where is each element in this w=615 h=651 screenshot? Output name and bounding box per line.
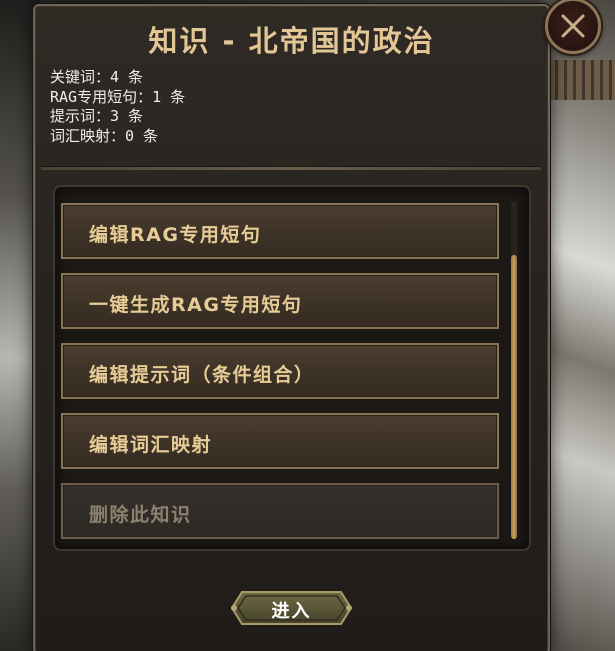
enter-button-label: 进入: [271, 601, 312, 622]
edit-rag-phrases-button[interactable]: 编辑RAG专用短句: [61, 203, 499, 259]
edit-rag-phrases-label: 编辑RAG专用短句: [89, 224, 262, 246]
edit-prompts-button[interactable]: 编辑提示词（条件组合）: [61, 343, 499, 399]
background-roof: [540, 60, 615, 100]
delete-knowledge-button[interactable]: 删除此知识: [61, 483, 499, 539]
stat-rag-phrases: RAG专用短句：1 条: [50, 87, 186, 106]
close-button[interactable]: [545, 0, 601, 54]
divider: [41, 166, 541, 170]
close-x-icon: [561, 14, 585, 38]
knowledge-stats: 关键词：4 条 RAG专用短句：1 条 提示词：3 条 词汇映射：0 条: [50, 68, 185, 146]
generate-rag-phrases-label: 一键生成RAG专用短句: [89, 294, 303, 316]
enter-button[interactable]: 进入: [228, 588, 355, 628]
dialog-title: 知识 - 北帝国的政治: [148, 24, 435, 58]
generate-rag-phrases-button[interactable]: 一键生成RAG专用短句: [61, 273, 499, 329]
stat-keywords: 关键词：4 条: [50, 68, 144, 86]
edit-vocab-mapping-button[interactable]: 编辑词汇映射: [61, 413, 499, 469]
scrollbar-thumb[interactable]: [511, 255, 517, 539]
edit-vocab-mapping-label: 编辑词汇映射: [89, 434, 213, 456]
scrollbar[interactable]: [511, 201, 517, 539]
edit-prompts-label: 编辑提示词（条件组合）: [89, 364, 315, 386]
stat-vocab-mapping: 词汇映射：0 条: [50, 126, 159, 145]
action-list: 编辑RAG专用短句 一键生成RAG专用短句 编辑提示词（条件组合） 编辑词汇映射…: [53, 185, 531, 551]
delete-knowledge-label: 删除此知识: [89, 504, 192, 526]
knowledge-dialog: 知识 - 北帝国的政治 关键词：4 条 RAG专用短句：1 条 提示词：3 条 …: [33, 0, 601, 651]
stat-prompts: 提示词：3 条: [50, 107, 144, 125]
